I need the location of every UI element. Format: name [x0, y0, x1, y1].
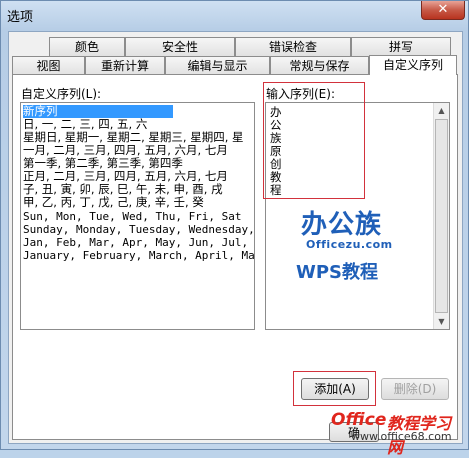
add-button[interactable]: 添加(A)	[301, 378, 369, 400]
list-item[interactable]: January, February, March, April, May, Ju…	[23, 249, 254, 262]
brand-site-text: Officezu.com	[306, 238, 393, 251]
footer-watermark-url: www.office68.com	[351, 430, 452, 443]
list-item[interactable]: 甲, 乙, 丙, 丁, 戊, 己, 庚, 辛, 壬, 癸	[23, 196, 204, 209]
list-item[interactable]: Sunday, Monday, Tuesday, Wednesday, Thur…	[23, 223, 254, 236]
wps-logo-text-a: WPS	[296, 262, 343, 283]
tab-custom-lists[interactable]: 自定义序列	[369, 55, 457, 75]
scroll-up-icon[interactable]: ▲	[434, 103, 449, 118]
wps-logo-text-b: 教程	[342, 262, 379, 283]
custom-lists-label: 自定义序列(L):	[21, 87, 102, 101]
tab-general-save[interactable]: 常规与保存	[270, 56, 369, 75]
tab-error-checking[interactable]: 错误检查	[235, 37, 351, 56]
close-button[interactable]: ✕	[421, 1, 465, 20]
tab-recalculation[interactable]: 重新计算	[85, 56, 165, 75]
scroll-thumb[interactable]	[435, 119, 448, 313]
tab-edit-display[interactable]: 编辑与显示	[165, 56, 270, 75]
brand-logo: 办公族	[301, 210, 383, 240]
options-dialog: 选项 ✕ 颜色 安全性 错误检查 拼写 视图 重新计算 编辑与显示 常规与保存 …	[0, 0, 469, 457]
dialog-title: 选项	[7, 10, 34, 25]
scroll-down-icon[interactable]: ▼	[434, 314, 449, 329]
wps-logo: WPS教程	[296, 258, 378, 284]
tab-spelling[interactable]: 拼写	[351, 37, 451, 56]
list-item[interactable]: Jan, Feb, Mar, Apr, May, Jun, Jul, Aug	[23, 236, 254, 249]
tab-security[interactable]: 安全性	[125, 37, 235, 56]
title-bar: 选项 ✕	[1, 1, 468, 27]
list-item[interactable]: Sun, Mon, Tue, Wed, Thu, Fri, Sat	[23, 210, 242, 223]
highlight-box-entries	[263, 82, 365, 199]
custom-lists-panel: 自定义序列(L): 新序列 日, 一, 二, 三, 四, 五, 六 星期日, 星…	[12, 74, 458, 440]
custom-lists-listbox[interactable]: 新序列 日, 一, 二, 三, 四, 五, 六 星期日, 星期一, 星期二, 星…	[20, 102, 255, 330]
footer-watermark-text-a: Office	[331, 410, 387, 430]
tab-view[interactable]: 视图	[12, 56, 85, 75]
delete-button[interactable]: 删除(D)	[381, 378, 449, 400]
footer-watermark: Office 教程学习网 www.office68.com	[331, 410, 466, 457]
entries-scrollbar[interactable]: ▲ ▼	[433, 103, 449, 329]
tab-colors[interactable]: 颜色	[49, 37, 125, 56]
dialog-body: 颜色 安全性 错误检查 拼写 视图 重新计算 编辑与显示 常规与保存 自定义序列…	[8, 31, 463, 444]
